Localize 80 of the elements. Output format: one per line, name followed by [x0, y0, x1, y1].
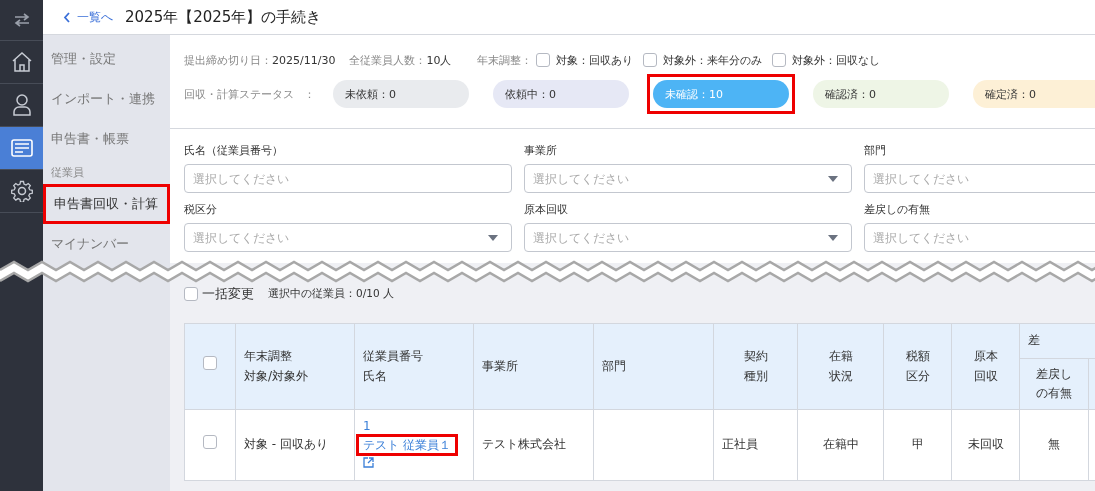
chevron-left-icon: [63, 11, 71, 23]
checkbox[interactable]: [643, 53, 658, 67]
status-pill[interactable]: 未依頼：0: [333, 80, 469, 108]
select-field[interactable]: 選択してください: [184, 223, 512, 252]
filter-label: 差戻しの有無: [864, 202, 931, 217]
checkbox[interactable]: [203, 434, 217, 449]
checkbox[interactable]: [772, 53, 787, 67]
home-icon: [10, 52, 33, 72]
status-pill[interactable]: 依頼中：0: [493, 80, 629, 108]
checkbox[interactable]: [203, 356, 217, 371]
year-end-label: 年末調整：: [477, 52, 533, 68]
status-pill[interactable]: 確定済：0: [973, 80, 1095, 108]
column-header: 状況: [827, 367, 854, 385]
filter-label: 税区分: [184, 202, 218, 217]
column-header: 事業所: [482, 357, 519, 375]
back-link[interactable]: 一覧へ: [63, 8, 113, 26]
selection-count: 選択中の従業員：0/10 人: [268, 287, 394, 301]
sidebar-section-heading: 従業員: [50, 165, 85, 181]
table-cell: 在籍中: [797, 409, 884, 481]
checkbox[interactable]: [184, 287, 198, 301]
sidebar-item[interactable]: 申告書回収・計算: [43, 184, 170, 224]
caret-down-icon: [488, 235, 498, 241]
filter-label: 部門: [864, 143, 887, 158]
swap-arrows-icon: [12, 13, 31, 27]
checkbox-label: 対象外：回収なし: [792, 52, 881, 68]
input-field[interactable]: 選択してください: [864, 223, 1095, 252]
sidebar-item[interactable]: 申告書・帳票: [43, 119, 170, 159]
headcount-value: 10人: [426, 52, 452, 68]
column-header: 対象/対象外: [244, 367, 310, 385]
deadline-value: 2025/11/30: [272, 53, 336, 67]
input-field[interactable]: 選択してください: [184, 164, 512, 193]
employee-name-link[interactable]: テスト 従業員１: [356, 433, 458, 457]
bulk-change-label: 一括変更: [202, 285, 254, 303]
column-header: 氏名: [363, 367, 388, 385]
table-cell: 正社員: [713, 409, 798, 481]
filter-label: 事業所: [524, 143, 558, 158]
table-cell: 甲: [883, 409, 952, 481]
column-header: 差戻し: [1035, 365, 1073, 383]
checkbox-label: 対象：回収あり: [556, 52, 634, 68]
status-label: 回収・計算ステータス: [184, 86, 294, 102]
status-colon: ：: [304, 86, 315, 102]
deadline-label: 提出締め切り日：: [184, 52, 272, 68]
sidebar-item[interactable]: 管理・設定: [43, 39, 170, 79]
input-field[interactable]: 選択してください: [864, 164, 1095, 193]
column-header: 税額: [904, 348, 931, 366]
table-cell: 未回収: [951, 409, 1020, 481]
column-group-header: 差: [1019, 323, 1095, 359]
column-header: 在籍: [827, 348, 854, 366]
column-header: 種別: [742, 367, 769, 385]
table-cell: 無: [1019, 409, 1089, 481]
person-icon: [12, 94, 31, 116]
employee-number-link[interactable]: 1: [363, 417, 371, 434]
checkbox-label: 対象外：来年分のみ: [663, 52, 763, 68]
status-pill[interactable]: 確認済：0: [813, 80, 949, 108]
column-header: 原本: [972, 348, 999, 366]
column-header: 従業員番号: [363, 348, 424, 366]
filter-label: 氏名（従業員番号）: [184, 143, 284, 158]
column-header: の有無: [1035, 385, 1073, 402]
table-cell: テスト株式会社: [473, 409, 594, 481]
headcount-label: 全従業員人数：: [349, 52, 427, 68]
column-header: 契約: [742, 348, 769, 366]
settings-icon: [10, 180, 33, 202]
checkbox[interactable]: [536, 53, 551, 67]
filter-label: 原本回収: [524, 202, 569, 217]
caret-down-icon: [828, 235, 838, 241]
table-cell: 対象 - 回収あり: [235, 409, 355, 481]
column-header: 部門: [602, 357, 627, 375]
column-header: 区分: [904, 367, 931, 385]
document-card-icon: [10, 139, 33, 157]
page-title: 2025年【2025年】の手続き: [125, 7, 322, 27]
card-rail-button[interactable]: [0, 127, 43, 170]
status-pill[interactable]: 未確認：10: [653, 80, 789, 108]
select-field[interactable]: 選択してください: [524, 223, 852, 252]
select-field[interactable]: 選択してください: [524, 164, 852, 193]
sidebar-item[interactable]: マイナンバー: [43, 224, 170, 264]
column-header: 回収: [972, 367, 999, 385]
column-header: 年末調整: [244, 348, 293, 366]
sidebar-item[interactable]: インポート・連携: [43, 79, 170, 119]
caret-down-icon: [828, 176, 838, 182]
external-link-icon[interactable]: [363, 457, 374, 469]
